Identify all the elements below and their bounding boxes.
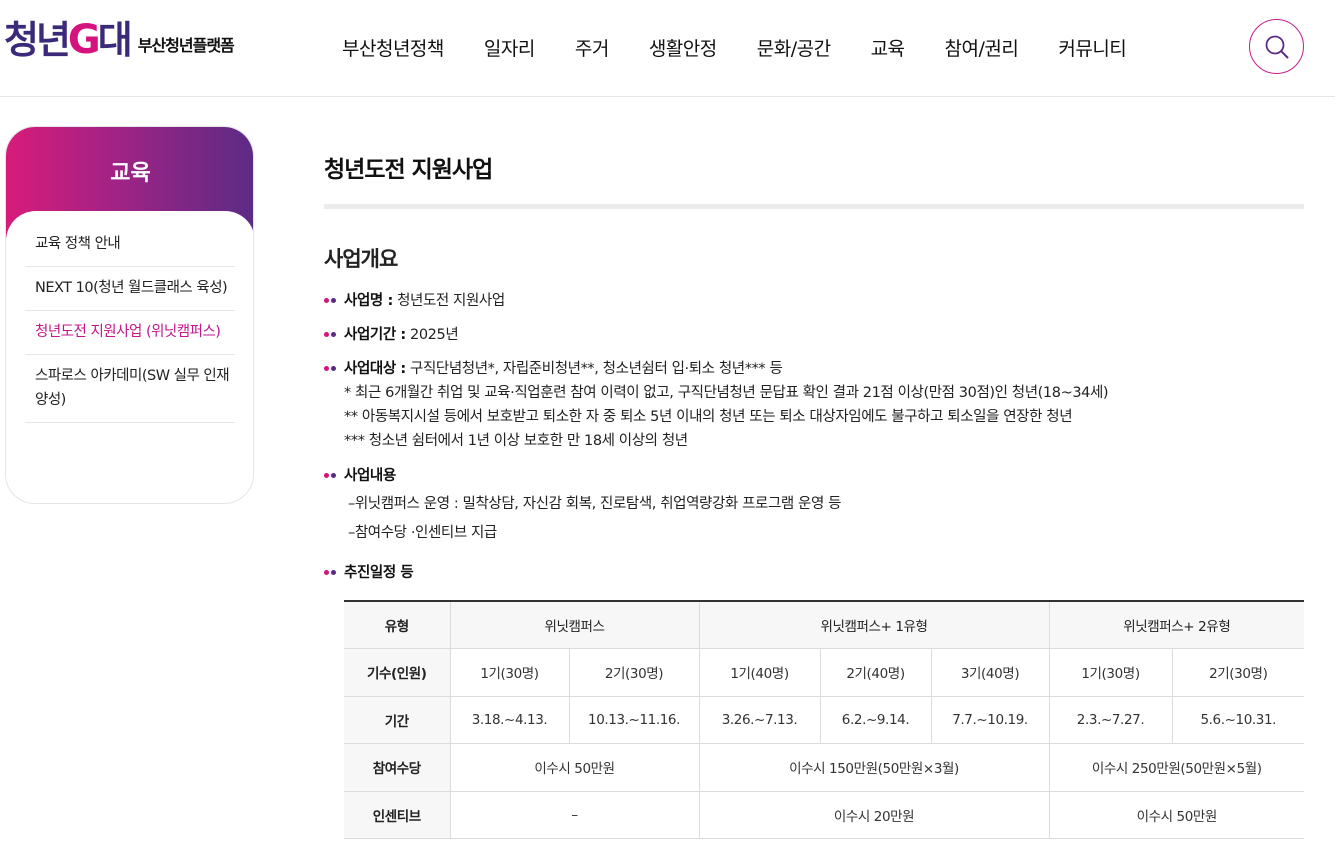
bullet-dots-icon — [324, 570, 338, 576]
table-row: 참여수당 이수시 50만원 이수시 150만원(50만원×3월) 이수시 250… — [344, 743, 1305, 792]
table-cell: 1기(30명) — [1049, 648, 1173, 697]
table-cell: 2기(40명) — [820, 648, 932, 697]
table-row: 인센티브 – 이수시 20만원 이수시 50만원 — [344, 791, 1305, 839]
table-row: 유형 위닛캠퍼스 위닛캠퍼스+ 1유형 위닛캠퍼스+ 2유형 — [344, 601, 1305, 649]
nav-item-housing[interactable]: 주거 — [575, 34, 609, 61]
table-cell: 이수시 250만원(50만원×5월) — [1049, 743, 1305, 792]
table-cell: 3.18.~4.13. — [450, 696, 570, 744]
table-row: 기간 3.18.~4.13. 10.13.~11.16. 3.26.~7.13.… — [344, 696, 1305, 744]
content-line-1: –위닛캠퍼스 운영 : 밀착상담, 자신감 회복, 진로탐색, 취업역량강화 프… — [348, 496, 842, 512]
search-icon — [1265, 35, 1288, 58]
table-header-type: 유형 — [344, 601, 451, 649]
search-button[interactable] — [1249, 19, 1304, 74]
side-menu: 교육 교육 정책 안내 NEXT 10(청년 월드클래스 육성) 청년도전 지원… — [5, 126, 254, 504]
target-note-3: *** 청소년 쉼터에서 1년 이상 보호한 만 18세 이상의 청년 — [344, 433, 688, 449]
side-item-education-policy[interactable]: 교육 정책 안내 — [25, 223, 235, 267]
table-cell: 2기(30명) — [1172, 648, 1305, 697]
side-item-youth-challenge[interactable]: 청년도전 지원사업 (위닛캠퍼스) — [25, 311, 235, 355]
table-cell: 10.13.~11.16. — [569, 696, 700, 744]
table-row-label-allowance: 참여수당 — [344, 743, 451, 792]
table-row: 기수(인원) 1기(30명) 2기(30명) 1기(40명) 2기(40명) 3… — [344, 648, 1305, 697]
table-cell: 3기(40명) — [931, 648, 1050, 697]
table-cell: 이수시 50만원 — [1049, 791, 1305, 839]
section-title: 사업개요 — [324, 247, 398, 271]
nav-item-policy[interactable]: 부산청년정책 — [342, 34, 444, 61]
target-note-2: ** 아동복지시설 등에서 보호받고 퇴소한 자 중 퇴소 5년 이내의 청년 … — [344, 409, 1073, 425]
nav-item-living[interactable]: 생활안정 — [649, 34, 717, 61]
nav-item-culture[interactable]: 문화/공간 — [757, 34, 831, 61]
site-header: 청년G대 부산청년플랫폼 부산청년정책 일자리 주거 생활안정 문화/공간 교육… — [0, 0, 1335, 97]
side-menu-title: 교육 — [110, 161, 151, 186]
logo-subtitle: 부산청년플랫폼 — [137, 36, 235, 55]
nav-item-jobs[interactable]: 일자리 — [484, 34, 535, 61]
title-divider — [324, 204, 1304, 209]
nav-item-community[interactable]: 커뮤니티 — [1058, 34, 1126, 61]
logo-wordmark: 청년G대 — [4, 17, 133, 63]
nav-item-education[interactable]: 교육 — [871, 34, 905, 61]
side-item-sparos-academy[interactable]: 스파로스 아카데미(SW 실무 인재 양성) — [25, 355, 235, 423]
table-row-label-period: 기간 — [344, 696, 451, 744]
table-group-campus-plus-1: 위닛캠퍼스+ 1유형 — [699, 601, 1050, 649]
table-cell: – — [450, 791, 700, 839]
page-title: 청년도전 지원사업 — [324, 157, 493, 183]
table-group-campus-plus-2: 위닛캠퍼스+ 2유형 — [1049, 601, 1305, 649]
target-note-1: * 최근 6개월간 취업 및 교육·직업훈련 참여 이력이 없고, 구직단념청년… — [344, 385, 1109, 401]
table-cell: 2.3.~7.27. — [1049, 696, 1173, 744]
table-cell: 1기(40명) — [699, 648, 821, 697]
bullet-dots-icon — [324, 473, 338, 479]
table-cell: 3.26.~7.13. — [699, 696, 821, 744]
table-cell: 2기(30명) — [569, 648, 700, 697]
table-cell: 이수시 150만원(50만원×3월) — [699, 743, 1050, 792]
nav-item-participation[interactable]: 참여/권리 — [945, 34, 1019, 61]
table-cell: 7.7.~10.19. — [931, 696, 1050, 744]
table-cell: 1기(30명) — [450, 648, 570, 697]
bullet-dots-icon — [324, 298, 338, 304]
table-cell: 이수시 50만원 — [450, 743, 700, 792]
site-logo[interactable]: 청년G대 부산청년플랫폼 — [4, 17, 235, 63]
bullet-dots-icon — [324, 332, 338, 338]
schedule-table: 유형 위닛캠퍼스 위닛캠퍼스+ 1유형 위닛캠퍼스+ 2유형 기수(인원) 1기… — [344, 600, 1305, 839]
table-cell: 5.6.~10.31. — [1172, 696, 1305, 744]
table-cell: 이수시 20만원 — [699, 791, 1050, 839]
table-group-campus: 위닛캠퍼스 — [450, 601, 700, 649]
main-nav: 부산청년정책 일자리 주거 생활안정 문화/공간 교육 참여/권리 커뮤니티 — [322, 34, 1146, 61]
side-menu-list: 교육 정책 안내 NEXT 10(청년 월드클래스 육성) 청년도전 지원사업 … — [6, 211, 253, 503]
content-line-2: –참여수당 ·인센티브 지급 — [348, 525, 497, 541]
table-cell: 6.2.~9.14. — [820, 696, 932, 744]
side-item-next10[interactable]: NEXT 10(청년 월드클래스 육성) — [25, 267, 235, 311]
table-row-label-incentive: 인센티브 — [344, 791, 451, 839]
table-row-label-cohort: 기수(인원) — [344, 648, 451, 697]
bullet-dots-icon — [324, 366, 338, 372]
